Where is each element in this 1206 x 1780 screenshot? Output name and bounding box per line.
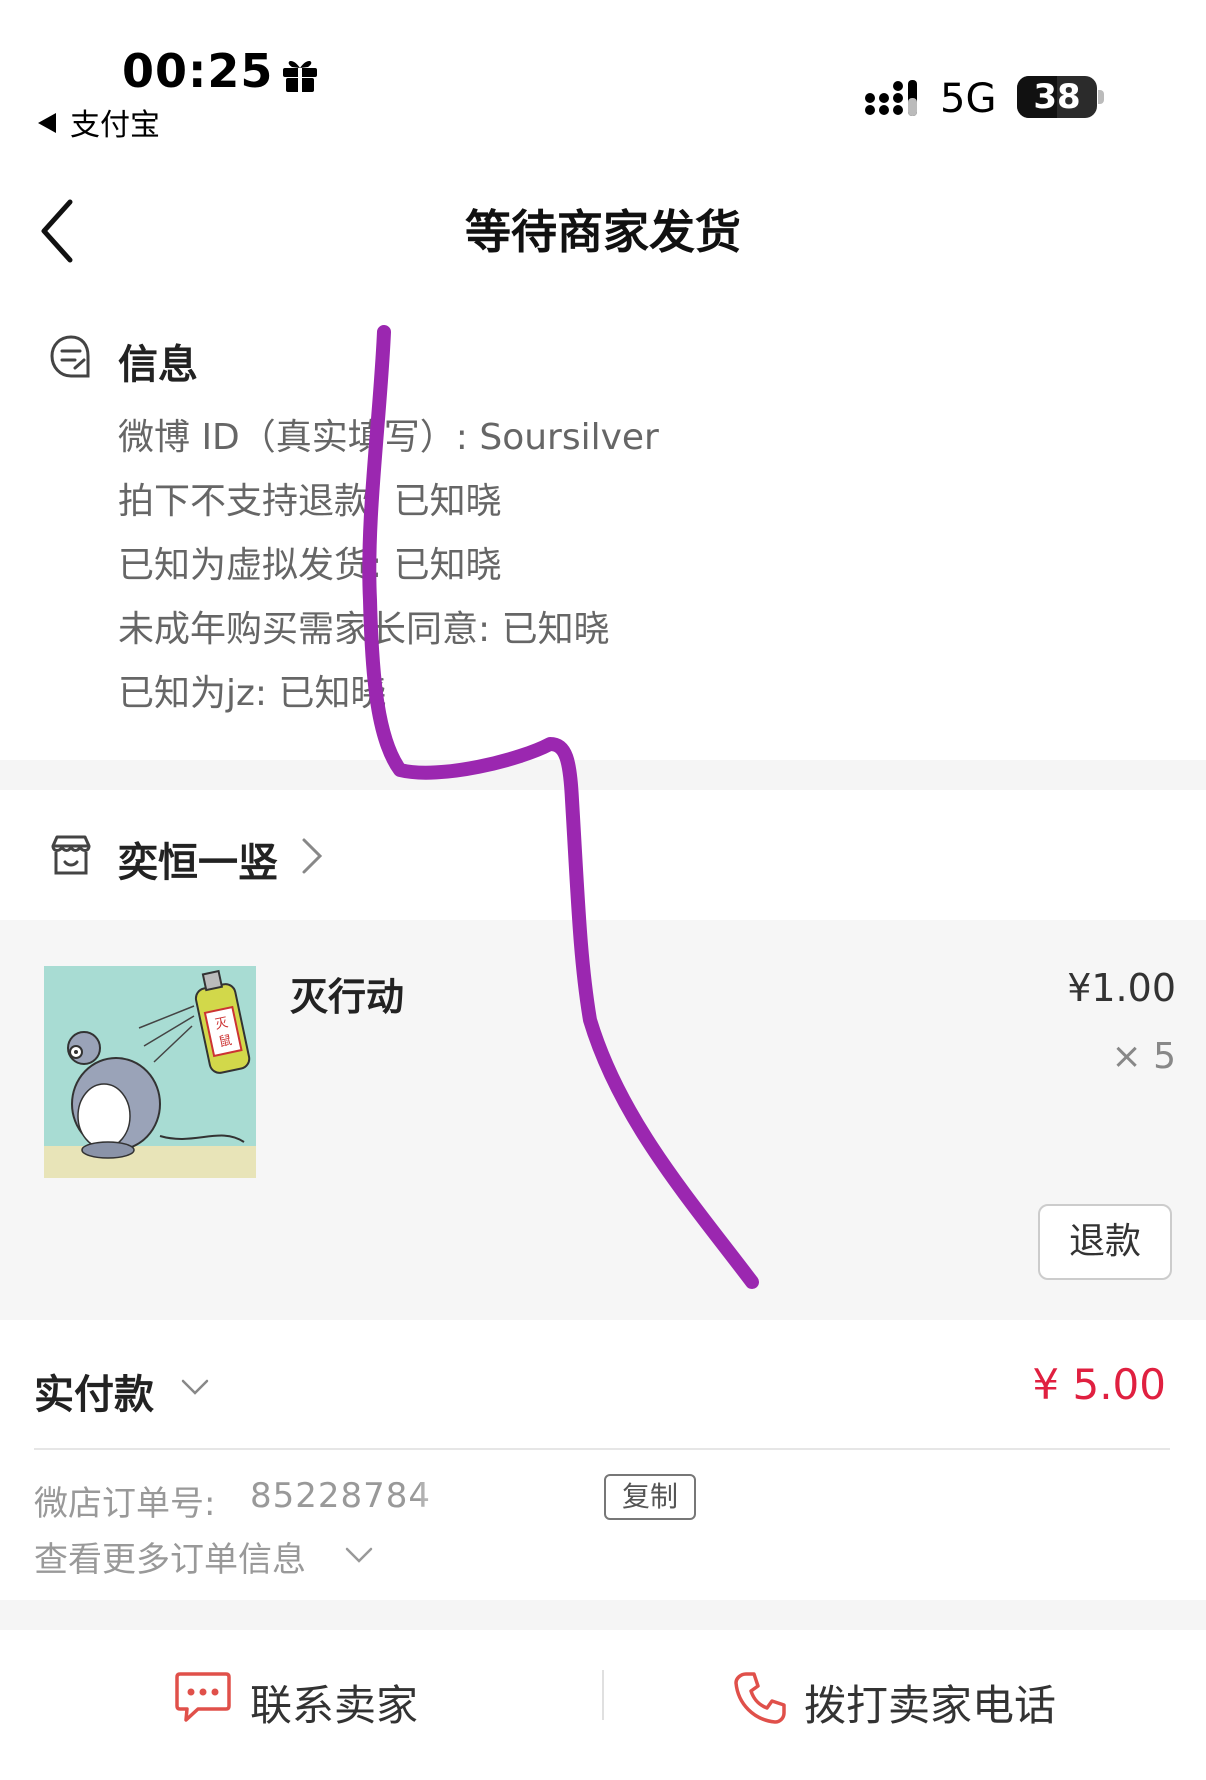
chevron-right-icon (302, 838, 323, 874)
store-icon (51, 835, 91, 875)
signal-icon (865, 80, 917, 116)
paid-amount: ¥ 5.00 (1032, 1360, 1166, 1409)
call-seller-button[interactable]: 拨打卖家电话 (804, 1672, 1056, 1733)
chat-icon[interactable] (174, 1670, 232, 1724)
network-type: 5G (940, 76, 997, 122)
order-number-label: 微店订单号: (34, 1484, 216, 1524)
refund-button[interactable]: 退款 (1038, 1204, 1172, 1280)
page-title: 等待商家发货 (465, 205, 741, 259)
order-number: 85228784 (250, 1476, 432, 1516)
battery-tip (1098, 90, 1104, 104)
battery-indicator: 38 (1017, 76, 1097, 118)
info-item: 微博 ID（真实填写）: Soursilver (118, 417, 659, 458)
shop-name[interactable]: 奕恒一竖 (118, 830, 278, 888)
product-quantity: × 5 (1111, 1036, 1176, 1077)
order-number-redaction (420, 1478, 620, 1518)
note-icon (50, 335, 90, 378)
info-heading: 信息 (118, 342, 198, 388)
product-image[interactable]: 灭 鼠 (44, 966, 256, 1178)
battery-level: 38 (1033, 77, 1081, 117)
paid-label[interactable]: 实付款 (34, 1362, 154, 1420)
contact-seller-button[interactable]: 联系卖家 (250, 1672, 418, 1733)
back-arrow-icon (38, 113, 56, 133)
gift-icon (283, 60, 317, 92)
info-item: 已知为jz: 已知晓 (118, 673, 387, 714)
back-to-app-link[interactable]: 支付宝 (38, 100, 160, 144)
product-price: ¥1.00 (1067, 966, 1176, 1010)
info-item: 未成年购买需家长同意: 已知晓 (118, 609, 610, 650)
product-name[interactable]: 灭行动 (290, 966, 404, 1021)
more-order-info-link[interactable]: 查看更多订单信息 (34, 1532, 306, 1581)
divider (34, 1448, 1170, 1450)
copy-button[interactable]: 复制 (604, 1474, 696, 1520)
back-app-label: 支付宝 (70, 108, 160, 143)
clock: 00:25 (122, 44, 274, 98)
info-item: 已知为虚拟发货: 已知晓 (118, 545, 502, 586)
info-item: 拍下不支持退款: 已知晓 (118, 481, 502, 522)
phone-icon[interactable] (732, 1670, 788, 1726)
chevron-down-icon[interactable] (180, 1376, 210, 1398)
chevron-down-icon[interactable] (344, 1544, 374, 1566)
action-divider (602, 1670, 604, 1720)
info-list: 微博 ID（真实填写）: Soursilver 拍下不支持退款: 已知晓 已知为… (118, 410, 659, 730)
